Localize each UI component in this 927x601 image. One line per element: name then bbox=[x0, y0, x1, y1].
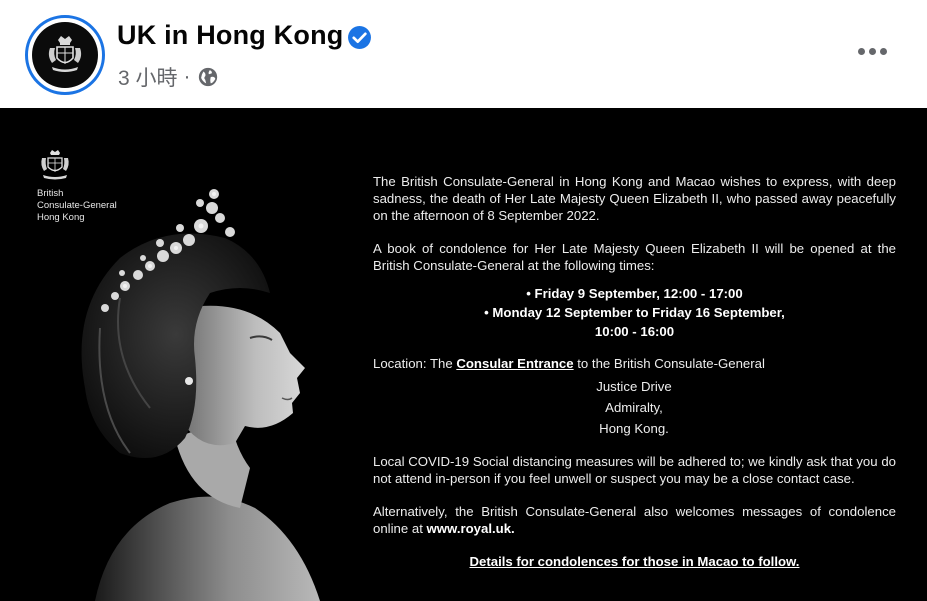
crest-line: British bbox=[37, 188, 64, 199]
notice-paragraph: A book of condolence for Her Late Majest… bbox=[373, 241, 896, 273]
crest-line: Hong Kong bbox=[37, 212, 85, 223]
location-suffix: to the British Consulate-General bbox=[573, 356, 765, 371]
page-name[interactable]: UK in Hong Kong bbox=[117, 20, 343, 51]
address-block: Justice Drive Admiralty, Hong Kong. bbox=[372, 376, 896, 439]
royal-arms-icon bbox=[41, 150, 69, 180]
opening-time-item: • Friday 9 September, 12:00 - 17:00 bbox=[526, 286, 743, 301]
consular-entrance-link: Consular Entrance bbox=[456, 356, 574, 371]
notice-paragraph: The British Consulate-General in Hong Ko… bbox=[373, 174, 896, 223]
consulate-logo: British Consulate-General Hong Kong bbox=[37, 148, 117, 223]
crest-line: Consulate-General bbox=[37, 200, 117, 211]
royal-crest-icon bbox=[32, 22, 98, 88]
post-image[interactable]: British Consulate-General Hong Kong The … bbox=[0, 108, 927, 601]
meta-separator: · bbox=[183, 65, 191, 88]
location-line: Location: The Consular Entrance to the B… bbox=[373, 355, 896, 372]
royal-website: www.royal.uk. bbox=[426, 521, 515, 536]
post-meta: 3 小時 · bbox=[118, 62, 219, 92]
verified-badge-icon bbox=[348, 26, 371, 49]
location-prefix: Location: The bbox=[373, 356, 457, 371]
address-line: Admiralty, bbox=[605, 400, 663, 415]
post-header: UK in Hong Kong 3 小時 · bbox=[0, 0, 927, 108]
address-line: Justice Drive bbox=[596, 379, 672, 394]
more-dot-icon bbox=[857, 47, 865, 55]
post-timestamp[interactable]: 3 小時 bbox=[118, 62, 178, 92]
page-avatar[interactable] bbox=[25, 15, 105, 95]
more-dot-icon bbox=[879, 47, 887, 55]
address-line: Hong Kong. bbox=[599, 421, 669, 436]
notice-paragraph: Alternatively, the British Consulate-Gen… bbox=[373, 503, 896, 537]
more-options-button[interactable] bbox=[850, 36, 894, 66]
macao-note: Details for condolences for those in Mac… bbox=[469, 554, 800, 569]
opening-times-list: • Friday 9 September, 12:00 - 17:00 • Mo… bbox=[373, 284, 896, 341]
more-dot-icon bbox=[868, 47, 876, 55]
globe-icon[interactable] bbox=[197, 66, 219, 88]
condolence-notice: The British Consulate-General in Hong Ko… bbox=[373, 173, 896, 570]
opening-time-item-cont: 10:00 - 16:00 bbox=[594, 324, 675, 339]
notice-paragraph: Local COVID-19 Social distancing measure… bbox=[373, 454, 896, 486]
opening-time-item: • Monday 12 September to Friday 16 Septe… bbox=[484, 305, 785, 320]
